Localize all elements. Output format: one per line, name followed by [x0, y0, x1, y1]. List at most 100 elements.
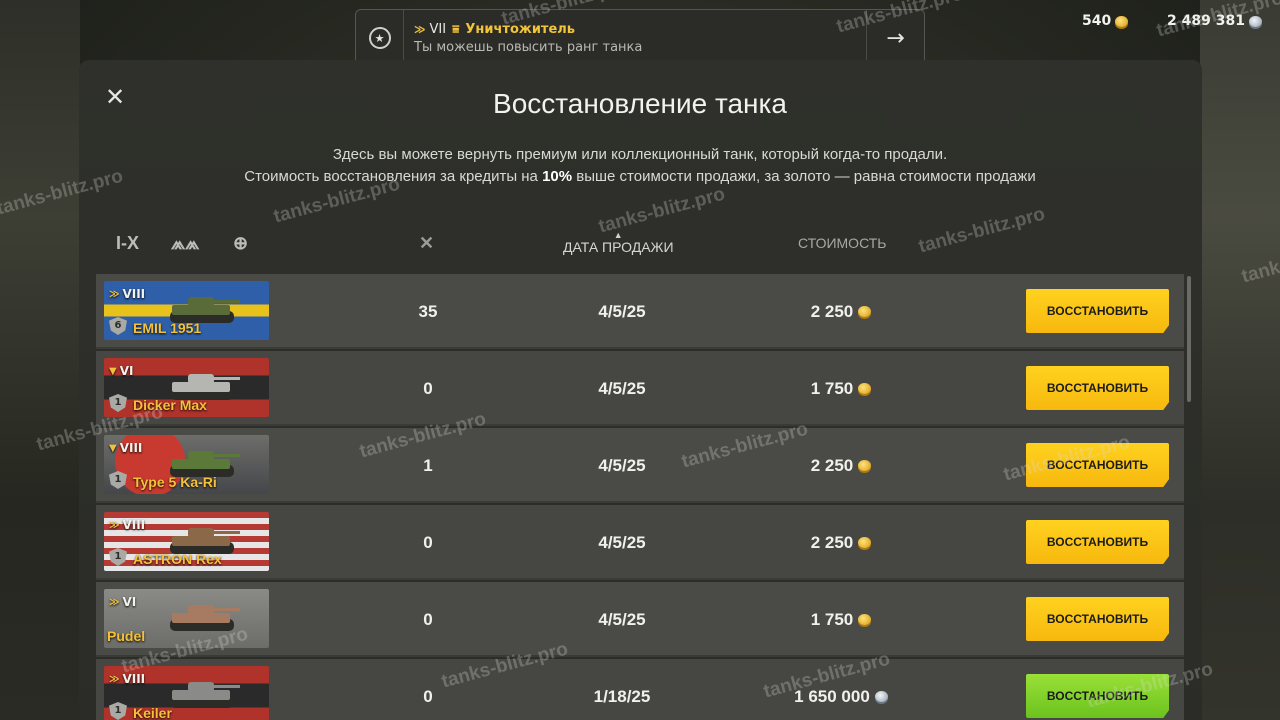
restore-cost: 1 750: [756, 351, 926, 426]
tank-tier: ≫ VIII: [109, 672, 145, 686]
cost-value: 1 750: [810, 379, 854, 398]
nation-filter[interactable]: ⊕: [233, 228, 248, 258]
arrow-right-icon[interactable]: →: [866, 10, 924, 66]
tank-name: Keiler: [133, 705, 172, 720]
sale-date: 4/5/25: [598, 379, 646, 398]
tank-tier: ▼ VIII: [109, 441, 142, 455]
desc-text-a: Стоимость восстановления за кредиты на: [244, 168, 543, 185]
tier-chevron-icon: ▼: [109, 442, 117, 454]
tier-filter[interactable]: I-X: [116, 228, 139, 258]
table-row[interactable]: ≫ VIII 6 EMIL 1951 35 4/5/25 2 250 ВОССТАНОВИТЬ: [96, 274, 1184, 349]
gold-balance: 540: [1082, 13, 1129, 29]
restore-cost: 2 250: [756, 428, 926, 503]
silver-coin-icon: [1248, 15, 1262, 27]
sale-date: 4/5/25: [598, 302, 646, 321]
gold-coin-icon: [1115, 15, 1129, 27]
notification-rank: Уничтожитель: [465, 21, 576, 37]
cost-value: 2 250: [810, 302, 854, 321]
gold-coin-icon: [858, 460, 872, 471]
silver-balance: 2 489 381: [1167, 13, 1262, 29]
tank-type-icon: ⩕⩕: [171, 232, 200, 253]
sale-date: 1/18/25: [593, 687, 651, 706]
tank-tier: ≫ VIII: [109, 287, 145, 301]
kills-value: 0: [423, 687, 433, 706]
restore-button[interactable]: ВОССТАНОВИТЬ: [1026, 443, 1169, 487]
kills-value: 0: [423, 610, 433, 629]
tier-chevron-icon: ≫: [109, 673, 120, 685]
restore-button[interactable]: ВОССТАНОВИТЬ: [1026, 289, 1169, 333]
tier-label: VI: [119, 364, 134, 378]
star-icon: ★: [368, 27, 391, 49]
tank-card[interactable]: ▼ VIII 1 Type 5 Ka-Ri: [104, 435, 269, 494]
tank-name: EMIL 1951: [133, 320, 202, 336]
tier-label: VIII: [122, 287, 146, 301]
tier-chevron-icon: ≫: [109, 288, 120, 300]
restore-cost: 2 250: [756, 274, 926, 349]
silver-amount: 2 489 381: [1167, 13, 1245, 29]
type-filter[interactable]: ⩕⩕: [171, 228, 199, 258]
restore-cost: 2 250: [756, 505, 926, 580]
tier-label: VIII: [119, 441, 143, 455]
restore-cost: 1 650 000: [756, 659, 926, 720]
restore-button[interactable]: ВОССТАНОВИТЬ: [1026, 674, 1169, 718]
cost-sort[interactable]: СТОИМОСТЬ: [798, 228, 886, 258]
table-row[interactable]: ≫ VIII 1 ASTRON Rex 0 4/5/25 2 250 ВОССТАНОВИТЬ: [96, 505, 1184, 580]
tank-name: ASTRON Rex: [133, 551, 222, 567]
tank-name: Pudel: [107, 628, 146, 644]
crossed-swords-icon: ✕: [419, 232, 435, 253]
restore-button[interactable]: ВОССТАНОВИТЬ: [1026, 520, 1169, 564]
cost-value: 1 650 000: [794, 687, 870, 706]
notification-badge: ★: [356, 10, 404, 66]
rank-emblem-icon: ⩸: [452, 21, 460, 36]
silver-coin-icon: [874, 691, 888, 702]
sale-date: 4/5/25: [598, 456, 646, 475]
dialog-description-2: Стоимость восстановления за кредиты на 1…: [0, 168, 1280, 185]
kills-value: 35: [418, 302, 438, 321]
tank-name: Type 5 Ka-Ri: [133, 474, 217, 490]
tank-tier: ≫ VI: [109, 595, 136, 609]
table-row[interactable]: ≫ VI Pudel 0 4/5/25 1 750 ВОССТАНОВИТЬ: [96, 582, 1184, 657]
restore-button[interactable]: ВОССТАНОВИТЬ: [1026, 597, 1169, 641]
desc-percent: 10%: [542, 168, 573, 185]
notification-message: Ты можешь повысить ранг танка: [414, 39, 643, 55]
tank-card[interactable]: ≫ VI Pudel: [104, 589, 269, 648]
cost-value: 2 250: [810, 456, 854, 475]
table-row[interactable]: ▼ VIII 1 Type 5 Ka-Ri 1 4/5/25 2 250 ВОССТАНОВИ…: [96, 428, 1184, 503]
dialog-title: Восстановление танка: [493, 88, 787, 119]
globe-icon: ⊕: [233, 232, 249, 253]
sale-date: 4/5/25: [598, 610, 646, 629]
scrollbar[interactable]: [1187, 276, 1191, 402]
cost-column-header: СТОИМОСТЬ: [798, 235, 887, 251]
table-row[interactable]: ≫ VIII 1 Keiler 0 1/18/25 1 650 000 ВОССТАНОВИТ…: [96, 659, 1184, 720]
desc-text-c: выше стоимости продажи, за золото — равн…: [572, 168, 1036, 185]
tank-name: Dicker Max: [133, 397, 207, 413]
dialog-description-1: Здесь вы можете вернуть премиум или колл…: [332, 146, 948, 163]
gold-amount: 540: [1082, 13, 1112, 29]
cost-value: 1 750: [810, 610, 854, 629]
gold-coin-icon: [858, 306, 872, 317]
cost-value: 2 250: [810, 533, 854, 552]
table-row[interactable]: ▼ VI 1 Dicker Max 0 4/5/25 1 750 ВОССТАНОВИТЬ: [96, 351, 1184, 426]
tank-image: [170, 682, 240, 708]
kills-value: 0: [423, 379, 433, 398]
kills-sort[interactable]: ✕: [419, 228, 434, 258]
kills-value: 0: [423, 533, 433, 552]
tank-card[interactable]: ≫ VIII 1 Keiler: [104, 666, 269, 720]
date-column-header: ДАТА ПРОДАЖИ: [563, 239, 674, 255]
restore-button[interactable]: ВОССТАНОВИТЬ: [1026, 366, 1169, 410]
sort-arrow-icon: ▲: [613, 230, 623, 240]
tank-card[interactable]: ≫ VIII 1 ASTRON Rex: [104, 512, 269, 571]
date-sort[interactable]: ▲ ДАТА ПРОДАЖИ: [563, 228, 674, 258]
rank-notification[interactable]: ★ ≫ VII ⩸ Уничтожитель Ты можешь повысит…: [355, 9, 925, 67]
restore-cost: 1 750: [756, 582, 926, 657]
tank-card[interactable]: ▼ VI 1 Dicker Max: [104, 358, 269, 417]
tank-card[interactable]: ≫ VIII 6 EMIL 1951: [104, 281, 269, 340]
tank-image: [170, 605, 240, 631]
tank-tier: ▼ VI: [109, 364, 133, 378]
notification-body: ≫ VII ⩸ Уничтожитель Ты можешь повысить …: [404, 22, 866, 55]
tier-label: VIII: [122, 672, 146, 686]
tier-chevron-icon: ▼: [109, 365, 117, 377]
sale-date: 4/5/25: [598, 533, 646, 552]
rank-chevron-icon: ≫: [414, 22, 425, 36]
notification-tier: VII: [429, 21, 447, 37]
